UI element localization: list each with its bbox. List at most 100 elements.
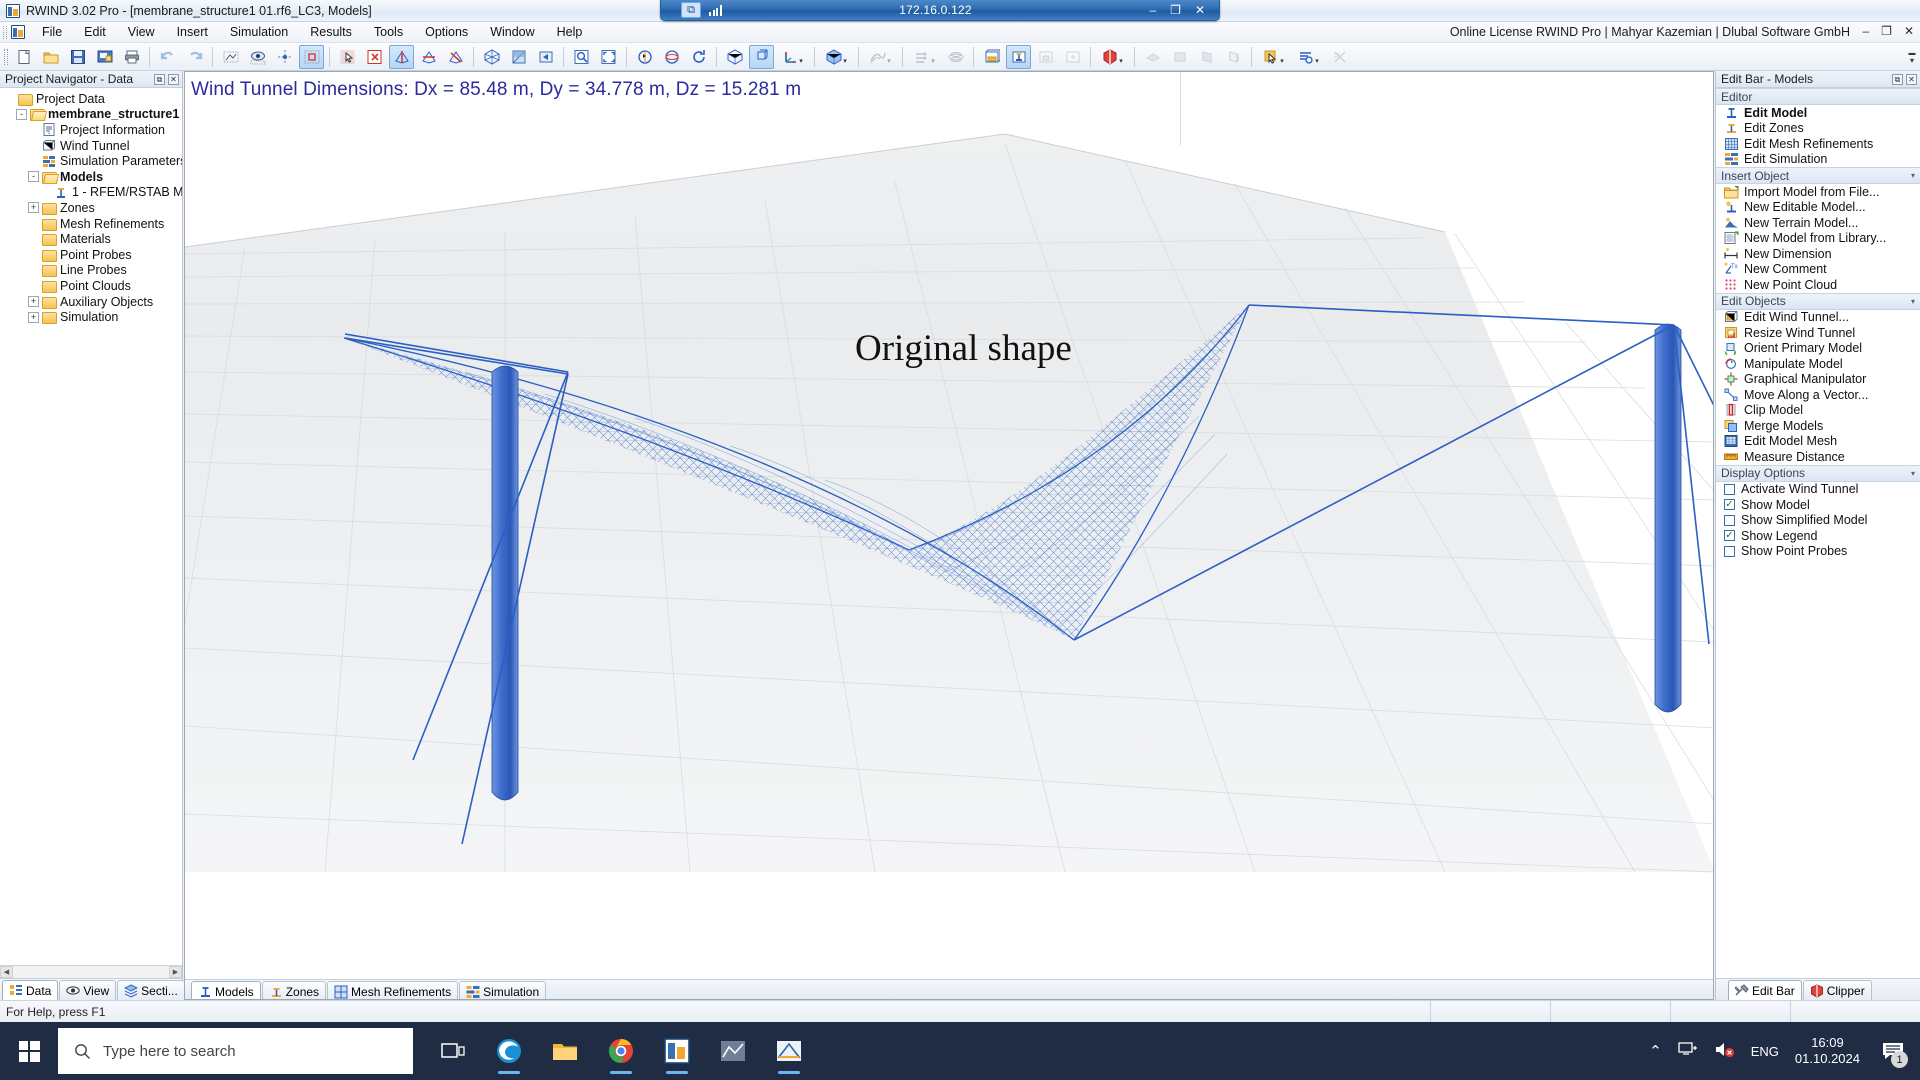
result-settings-icon[interactable]: ▾ (1292, 45, 1325, 69)
project-tree[interactable]: Project Data - membrane_structure1 (Projec… (0, 88, 182, 965)
menu-item-help[interactable]: Help (546, 22, 594, 42)
network-icon[interactable] (1678, 1041, 1698, 1061)
scroll-left-arrow[interactable]: ◀ (0, 966, 13, 978)
edit-bar-pin-button[interactable]: ⧉ (1892, 73, 1903, 85)
tree-item-models[interactable]: - Models (4, 169, 182, 185)
viewport-tab-models[interactable]: Models (191, 981, 261, 999)
notification-center-button[interactable]: 1 (1876, 1022, 1910, 1080)
language-indicator[interactable]: ENG (1751, 1044, 1779, 1059)
tree-item-simulation-parameters[interactable]: Simulation Parameters (4, 153, 182, 169)
menu-item-edit[interactable]: Edit (73, 22, 117, 42)
results-cursor-icon[interactable]: ▾ (1257, 45, 1290, 69)
shade-view-icon[interactable] (506, 45, 531, 69)
rdp-minimize-button[interactable]: – (1149, 3, 1156, 17)
menu-item-tools[interactable]: Tools (363, 22, 414, 42)
tray-expand-chevron-icon[interactable]: ⌃ (1649, 1042, 1662, 1060)
pick-object-icon[interactable] (335, 45, 360, 69)
scroll-right-arrow[interactable]: ▶ (169, 966, 182, 978)
chevron-down-icon[interactable]: ▾ (1911, 469, 1915, 478)
tree-item-zones[interactable]: + Zones (4, 200, 182, 216)
show-model-icon[interactable] (1006, 44, 1031, 69)
edit-bar-item-edit-simulation[interactable]: Edit Simulation (1716, 152, 1920, 168)
tree-item-project-data[interactable]: Project Data (4, 91, 182, 107)
edit-bar-item-import-model-from-file[interactable]: Import Model from File... (1716, 184, 1920, 200)
edit-bar-tab-edit-bar[interactable]: Edit Bar (1728, 980, 1802, 1000)
rdp-close-button[interactable]: ✕ (1195, 3, 1205, 17)
edit-bar-item-move-along-a-vector[interactable]: Move Along a Vector... (1716, 387, 1920, 403)
tree-item-line-probes[interactable]: Line Probes (4, 263, 182, 279)
menu-item-file[interactable]: File (31, 22, 73, 42)
menu-item-simulation[interactable]: Simulation (219, 22, 299, 42)
navigator-tab-data[interactable]: Data (2, 980, 59, 1000)
edit-bar-item-show-point-probes[interactable]: Show Point Probes (1716, 544, 1920, 560)
group-header-editor[interactable]: Editor (1716, 88, 1920, 105)
restore-button[interactable]: ❐ (1881, 24, 1892, 38)
tree-toggle[interactable]: + (28, 202, 39, 214)
file-explorer-icon[interactable] (539, 1025, 591, 1077)
edit-bar-item-activate-wind-tunnel[interactable]: Activate Wind Tunnel (1716, 482, 1920, 498)
new-file-icon[interactable] (11, 45, 36, 69)
axis-system-icon[interactable]: ▾ (776, 45, 809, 69)
tree-item-auxiliary-objects[interactable]: + Auxiliary Objects (4, 294, 182, 310)
rotate-view-z-icon[interactable] (443, 45, 468, 69)
render-mode-icon[interactable]: ▾ (820, 45, 853, 69)
tree-item-point-probes[interactable]: Point Probes (4, 247, 182, 263)
zoom-window-icon[interactable] (569, 45, 594, 69)
rotate-view-y-icon[interactable] (416, 45, 441, 69)
volume-muted-icon[interactable] (1714, 1041, 1735, 1061)
previous-view-icon[interactable] (533, 45, 558, 69)
checkbox[interactable] (1724, 483, 1735, 495)
navigator-pin-button[interactable]: ⧉ (154, 73, 165, 85)
edit-bar-item-show-model[interactable]: ✓ Show Model (1716, 497, 1920, 513)
checkbox[interactable] (1724, 514, 1735, 526)
wireframe-icon[interactable] (722, 45, 747, 69)
edit-bar-item-edit-mesh-refinements[interactable]: Edit Mesh Refinements (1716, 136, 1920, 152)
deselect-icon[interactable] (362, 45, 387, 69)
snap-grid-icon[interactable] (272, 45, 297, 69)
edit-bar-item-edit-model[interactable]: Edit Model (1716, 105, 1920, 121)
minimize-button[interactable]: – (1862, 24, 1869, 38)
group-header-display-options[interactable]: Display Options ▾ (1716, 464, 1920, 482)
menu-item-view[interactable]: View (117, 22, 166, 42)
edit-bar-item-new-terrain-model[interactable]: New Terrain Model... (1716, 215, 1920, 231)
pin-icon[interactable]: ⧉ (681, 2, 701, 18)
isometric-view-icon[interactable] (479, 45, 504, 69)
tree-item-mesh-refinements[interactable]: Mesh Refinements (4, 216, 182, 232)
edit-bar-item-edit-zones[interactable]: Edit Zones (1716, 121, 1920, 137)
solid-view-icon[interactable] (749, 44, 774, 69)
print-icon[interactable] (119, 45, 144, 69)
edit-bar-item-new-comment[interactable]: Tx New Comment (1716, 262, 1920, 278)
edit-bar-item-resize-wind-tunnel[interactable]: Resize Wind Tunnel (1716, 325, 1920, 341)
tree-item-simulation[interactable]: + Simulation (4, 309, 182, 325)
menu-drag-grip[interactable] (0, 22, 10, 43)
edit-bar-item-graphical-manipulator[interactable]: Graphical Manipulator (1716, 372, 1920, 388)
menu-item-window[interactable]: Window (479, 22, 545, 42)
tree-toggle[interactable]: + (28, 311, 39, 323)
tree-item-membrane-structure1[interactable]: - membrane_structure1 ( (4, 107, 182, 123)
rwind-icon[interactable] (651, 1025, 703, 1077)
checkbox[interactable] (1724, 545, 1735, 557)
toolbar-drag-grip[interactable] (2, 46, 10, 68)
group-header-edit-objects[interactable]: Edit Objects ▾ (1716, 292, 1920, 310)
edit-bar-item-edit-model-mesh[interactable]: Edit Model Mesh (1716, 434, 1920, 450)
start-button[interactable] (0, 1022, 58, 1080)
toolbar-overflow-button[interactable]: ▬ ▾ (1906, 46, 1918, 68)
rfem-icon[interactable] (707, 1025, 759, 1077)
rotate-view-x-icon[interactable] (389, 44, 414, 69)
edit-bar-item-new-point-cloud[interactable]: New Point Cloud (1716, 277, 1920, 293)
edge-icon[interactable] (483, 1025, 535, 1077)
tree-item-materials[interactable]: Materials (4, 231, 182, 247)
tree-toggle[interactable]: - (16, 108, 27, 120)
edit-bar-item-show-simplified-model[interactable]: Show Simplified Model (1716, 513, 1920, 529)
navigator-horizontal-scrollbar[interactable]: ◀ ▶ (0, 965, 182, 978)
tree-item-point-clouds[interactable]: Point Clouds (4, 278, 182, 294)
navigator-tab-secti[interactable]: Secti... (117, 980, 185, 1000)
chevron-down-icon[interactable]: ▾ (1911, 297, 1915, 306)
menu-item-results[interactable]: Results (299, 22, 363, 42)
edit-bar-item-new-dimension[interactable]: New Dimension (1716, 246, 1920, 262)
navigator-close-button[interactable]: ✕ (168, 73, 179, 85)
rotate-icon[interactable] (686, 45, 711, 69)
close-button[interactable]: ✕ (1904, 24, 1914, 38)
viewport-tab-simulation[interactable]: Simulation (459, 981, 547, 999)
checkbox[interactable]: ✓ (1724, 499, 1735, 511)
